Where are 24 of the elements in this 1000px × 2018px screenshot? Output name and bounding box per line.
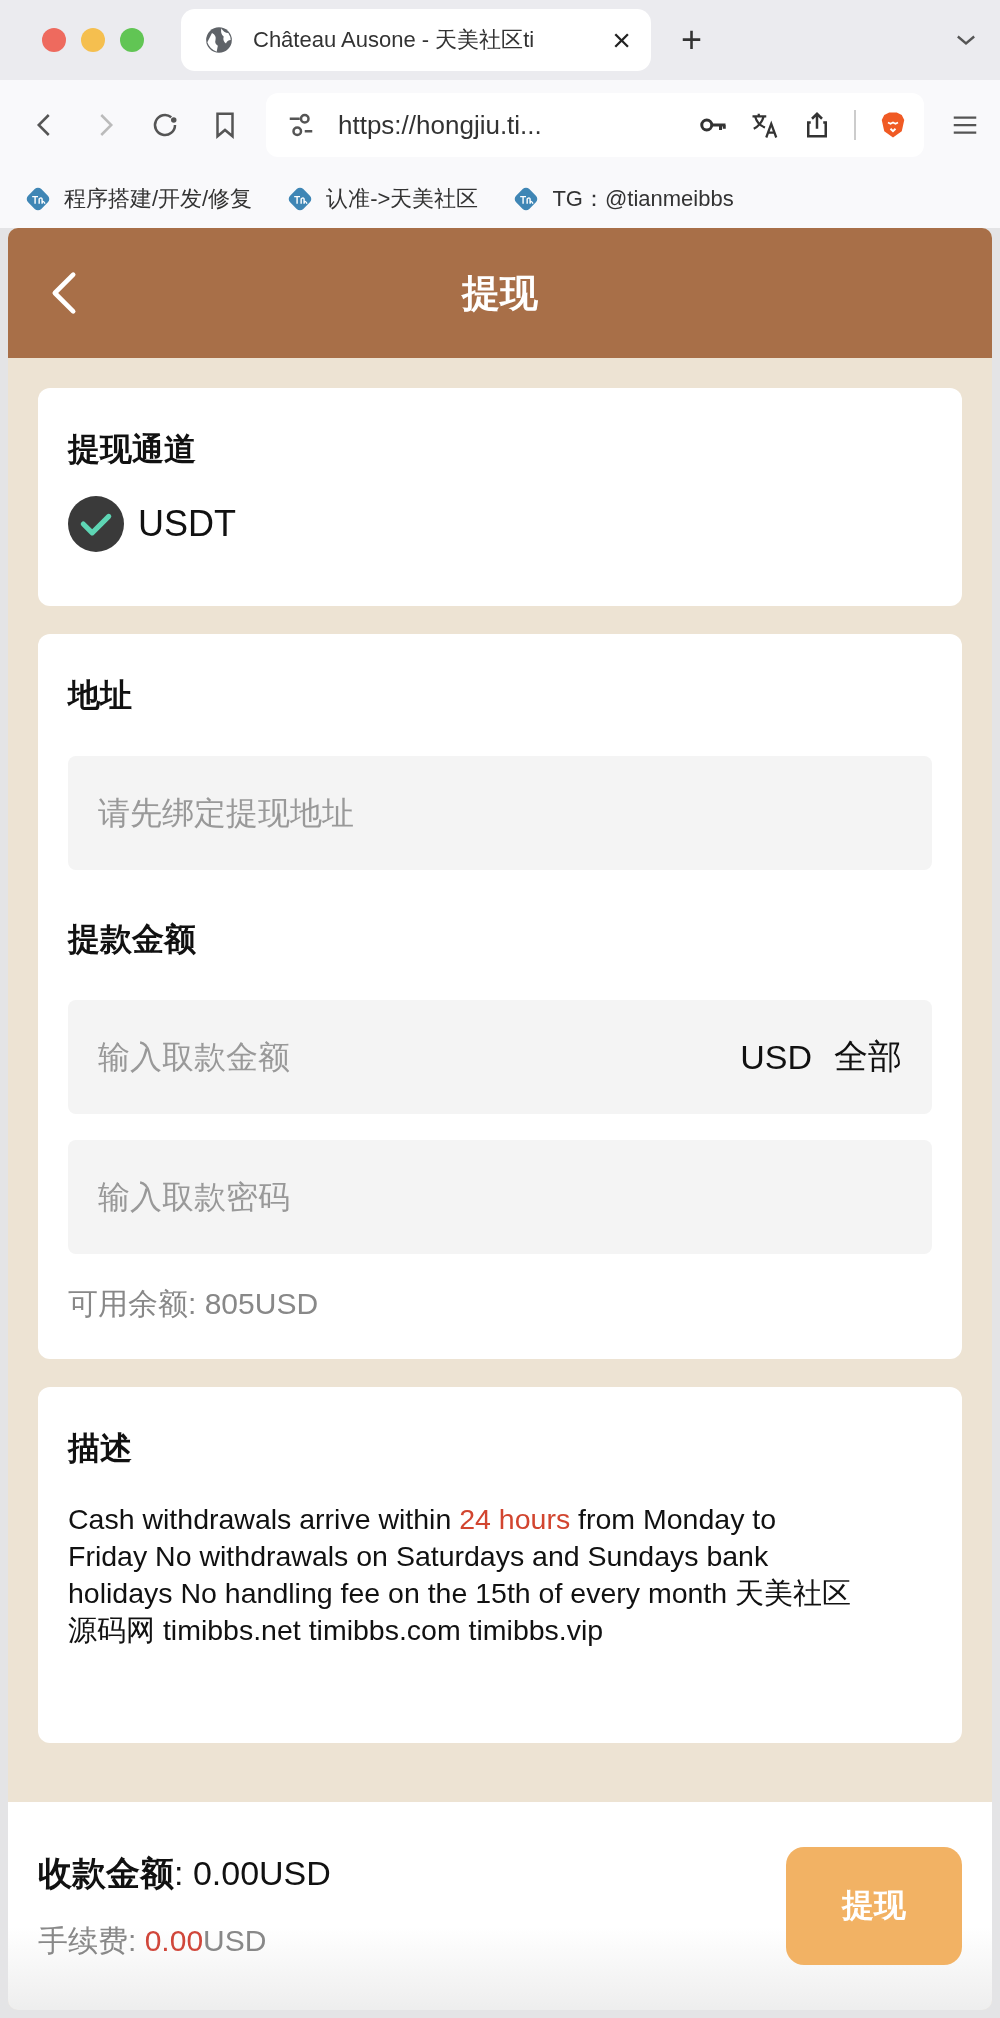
all-button[interactable]: 全部 xyxy=(834,1034,902,1080)
close-window-icon[interactable] xyxy=(42,28,66,52)
bookmark-link[interactable]: 程序搭建/开发/修复 xyxy=(24,184,253,214)
balance-text: 可用余额: 805USD xyxy=(68,1286,320,1322)
address-field[interactable]: 请先绑定提现地址 xyxy=(68,756,932,870)
password-field[interactable]: 输入取款密码 xyxy=(68,1140,932,1254)
fee-text: 手续费: 0.00USD xyxy=(38,1922,268,1959)
section-title: 描述 xyxy=(68,1429,133,1468)
globe-icon xyxy=(205,26,233,54)
checkbox-icon[interactable] xyxy=(68,496,124,552)
bookmark-link[interactable]: 认准->天美社区 xyxy=(286,184,479,214)
page-title: 提现 xyxy=(462,270,538,316)
bookmark-link[interactable]: TG：@tianmeibbs xyxy=(512,184,734,214)
address-bar[interactable]: https://hongjiu.ti... xyxy=(266,93,924,157)
section-title: 提款金额 xyxy=(68,920,197,959)
close-tab-button[interactable]: × xyxy=(608,21,635,59)
received-amount: 收款金额: 0.00USD xyxy=(38,1852,332,1894)
description-text: Cash withdrawals arrive within 24 hours from Monday to Friday No withdrawals on Saturdays and Sundays bank holidays No handling fee on the 15th of every month 天美社区源码网 timibbs.net timibbs.com timibbs.vip xyxy=(68,1502,853,1648)
section-title: 提现通道 xyxy=(68,430,197,469)
currency-label: USD xyxy=(740,1037,812,1077)
option-label: USDT xyxy=(138,503,236,545)
new-tab-button[interactable]: + xyxy=(675,18,709,62)
section-title: 地址 xyxy=(68,676,133,715)
browser-tab[interactable]: Château Ausone - 天美社区ti × xyxy=(181,9,651,71)
